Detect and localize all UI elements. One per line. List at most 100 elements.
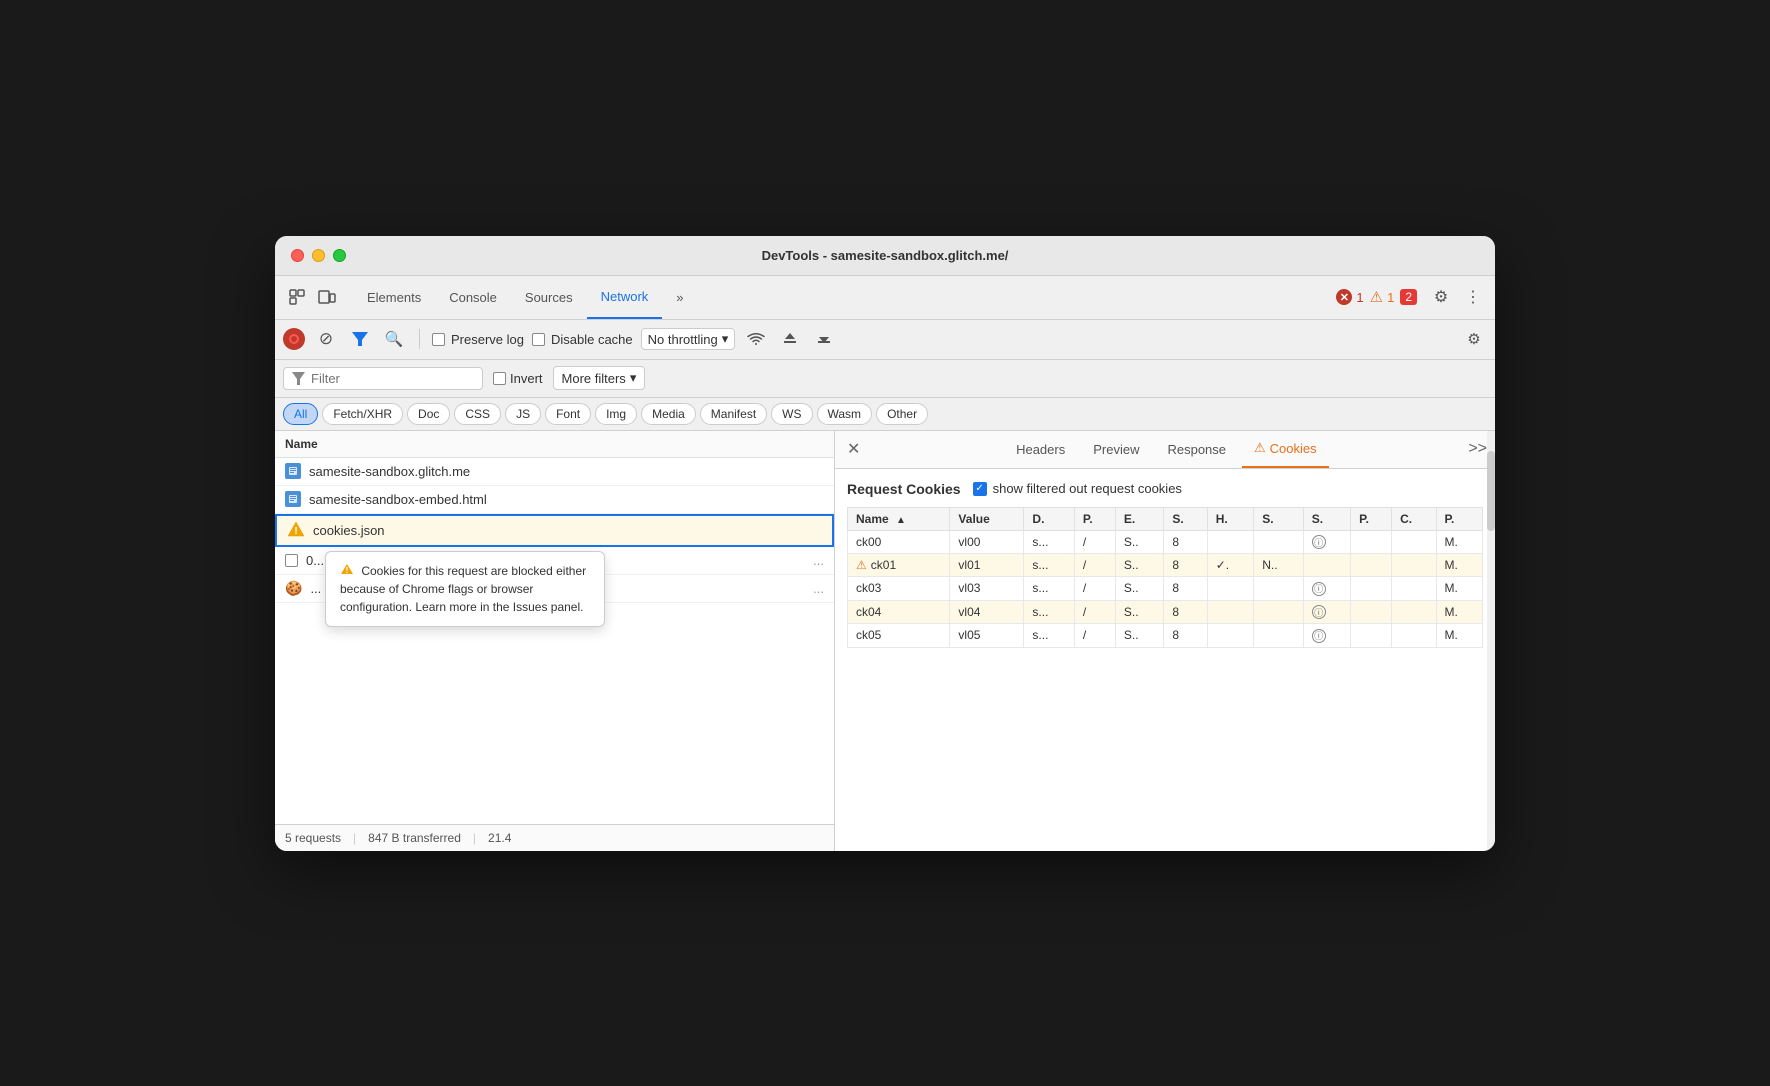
- type-img[interactable]: Img: [595, 403, 637, 425]
- cell-s2: [1254, 624, 1303, 648]
- panel-close-button[interactable]: ✕: [843, 439, 864, 459]
- scrollbar-track[interactable]: [1487, 431, 1495, 851]
- col-h[interactable]: H.: [1207, 507, 1254, 530]
- type-manifest[interactable]: Manifest: [700, 403, 767, 425]
- device-icon[interactable]: [313, 283, 341, 311]
- table-row[interactable]: ⚠ ck01 vl01 s... / S.. 8 ✓. N..: [848, 554, 1483, 577]
- col-d[interactable]: D.: [1024, 507, 1075, 530]
- tab-elements[interactable]: Elements: [353, 276, 435, 319]
- table-row[interactable]: ck05 vl05 s... / S.. 8 ⓘ: [848, 624, 1483, 648]
- record-button[interactable]: [283, 328, 305, 350]
- warning-count: 1: [1387, 290, 1394, 305]
- disable-cache-label[interactable]: Disable cache: [532, 332, 633, 347]
- titlebar: DevTools - samesite-sandbox.glitch.me/: [275, 236, 1495, 276]
- col-value[interactable]: Value: [950, 507, 1024, 530]
- cell-c: [1392, 577, 1436, 601]
- show-filtered-label[interactable]: ✓ show filtered out request cookies: [973, 481, 1182, 496]
- col-c[interactable]: C.: [1392, 507, 1436, 530]
- type-wasm[interactable]: Wasm: [817, 403, 873, 425]
- type-other[interactable]: Other: [876, 403, 928, 425]
- type-ws[interactable]: WS: [771, 403, 812, 425]
- tab-headers[interactable]: Headers: [1004, 431, 1077, 468]
- tab-console[interactable]: Console: [435, 276, 511, 319]
- file-item-samesite-sandbox[interactable]: samesite-sandbox.glitch.me: [275, 458, 834, 486]
- settings-icon[interactable]: ⚙: [1427, 283, 1455, 311]
- file-name: samesite-sandbox.glitch.me: [309, 464, 470, 479]
- type-font[interactable]: Font: [545, 403, 591, 425]
- tab-response[interactable]: Response: [1155, 431, 1238, 468]
- error-badge[interactable]: ✕ 1: [1336, 289, 1363, 305]
- doc-icon: [285, 463, 301, 479]
- psa-badge[interactable]: 2: [1400, 289, 1417, 305]
- col-s2[interactable]: S.: [1254, 507, 1303, 530]
- table-row[interactable]: ck04 vl04 s... / S.. 8 ⓘ: [848, 600, 1483, 624]
- tab-network[interactable]: Network: [587, 276, 663, 319]
- type-fetch-xhr[interactable]: Fetch/XHR: [322, 403, 403, 425]
- cell-c: [1392, 624, 1436, 648]
- devtools-window: DevTools - samesite-sandbox.glitch.me/: [275, 236, 1495, 851]
- type-all[interactable]: All: [283, 403, 318, 425]
- main-content: Name samesite-sandbox.glitch.me samesite…: [275, 431, 1495, 851]
- tab-preview[interactable]: Preview: [1081, 431, 1151, 468]
- throttle-arrow: ▾: [722, 331, 729, 347]
- scrollbar-thumb[interactable]: [1487, 451, 1495, 531]
- invert-label[interactable]: Invert: [493, 371, 543, 386]
- col-p3[interactable]: P.: [1436, 507, 1483, 530]
- tooltip-warn-icon: !: [340, 562, 354, 580]
- type-bar: All Fetch/XHR Doc CSS JS Font Img Media …: [275, 398, 1495, 431]
- network-settings-icon[interactable]: ⚙: [1461, 326, 1487, 352]
- warn-cell: ⚠ ck01: [856, 558, 941, 572]
- col-p[interactable]: P.: [1074, 507, 1115, 530]
- throttle-select[interactable]: No throttling ▾: [641, 328, 736, 350]
- close-button[interactable]: [291, 249, 304, 262]
- invert-checkbox[interactable]: [493, 372, 506, 385]
- table-row[interactable]: ck00 vl00 s... / S.. 8 ⓘ: [848, 530, 1483, 554]
- col-e[interactable]: E.: [1115, 507, 1163, 530]
- type-css[interactable]: CSS: [454, 403, 501, 425]
- file-checkbox[interactable]: [285, 554, 298, 567]
- invert-text: Invert: [510, 371, 543, 386]
- file-item-embed[interactable]: samesite-sandbox-embed.html: [275, 486, 834, 514]
- warning-badge[interactable]: ⚠ 1: [1370, 288, 1395, 306]
- type-doc[interactable]: Doc: [407, 403, 450, 425]
- cell-s3: [1303, 554, 1350, 577]
- cell-p: /: [1074, 577, 1115, 601]
- more-icon[interactable]: ⋮: [1459, 283, 1487, 311]
- wifi-icon[interactable]: [743, 326, 769, 352]
- col-s3[interactable]: S.: [1303, 507, 1350, 530]
- table-row[interactable]: ck03 vl03 s... / S.. 8 ⓘ: [848, 577, 1483, 601]
- cell-s3: ⓘ: [1303, 624, 1350, 648]
- col-name[interactable]: Name ▲: [848, 507, 950, 530]
- minimize-button[interactable]: [312, 249, 325, 262]
- filter-input[interactable]: [311, 371, 451, 386]
- more-dots: ...: [813, 553, 824, 568]
- panel-more-button[interactable]: >>: [1468, 440, 1487, 458]
- maximize-button[interactable]: [333, 249, 346, 262]
- inspect-icon[interactable]: [283, 283, 311, 311]
- info-icon[interactable]: ⓘ: [1312, 535, 1326, 549]
- col-p2[interactable]: P.: [1351, 507, 1392, 530]
- download-icon[interactable]: [811, 326, 837, 352]
- tab-icons: [283, 283, 341, 311]
- type-js[interactable]: JS: [505, 403, 541, 425]
- file-item-cookies-json[interactable]: ! cookies.json: [275, 514, 834, 547]
- preserve-log-label[interactable]: Filter Preserve log: [432, 332, 524, 347]
- disable-cache-checkbox[interactable]: [532, 333, 545, 346]
- col-s[interactable]: S.: [1164, 507, 1207, 530]
- tab-sources[interactable]: Sources: [511, 276, 587, 319]
- filter-icon[interactable]: [347, 326, 373, 352]
- tooltip-box: ! Cookies for this request are blocked e…: [325, 551, 605, 627]
- info-icon-3[interactable]: ⓘ: [1312, 582, 1326, 596]
- preserve-log-checkbox[interactable]: [432, 333, 445, 346]
- more-filters-button[interactable]: More filters ▾: [553, 366, 646, 390]
- tab-cookies[interactable]: ⚠ Cookies: [1242, 431, 1329, 468]
- show-filtered-checkbox[interactable]: ✓: [973, 482, 987, 496]
- tab-more[interactable]: »: [662, 276, 697, 319]
- info-icon-5[interactable]: ⓘ: [1312, 629, 1326, 643]
- search-button[interactable]: 🔍: [381, 326, 407, 352]
- cell-name: ⚠ ck01: [848, 554, 950, 577]
- clear-button[interactable]: ⊘: [313, 326, 339, 352]
- info-icon-4[interactable]: ⓘ: [1312, 605, 1326, 619]
- upload-icon[interactable]: [777, 326, 803, 352]
- type-media[interactable]: Media: [641, 403, 696, 425]
